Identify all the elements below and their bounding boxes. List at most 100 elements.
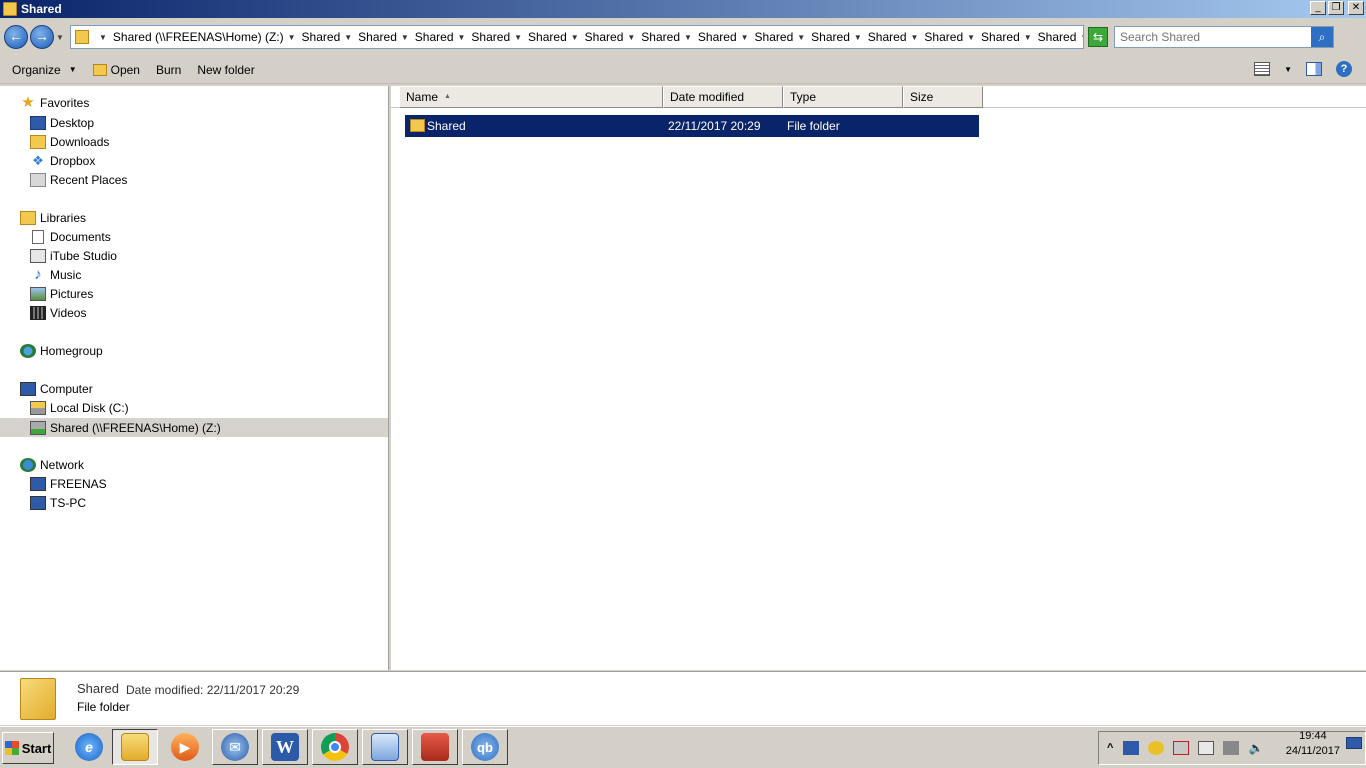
- column-header-name[interactable]: Name ▲: [399, 86, 663, 108]
- navigation-pane[interactable]: ★ Favorites Desktop Downloads ❖ Dropbox …: [0, 86, 389, 670]
- organize-button[interactable]: Organize ▼: [12, 63, 77, 77]
- chevron-down-icon[interactable]: ▼: [627, 33, 635, 42]
- chevron-down-icon[interactable]: ▼: [741, 33, 749, 42]
- nav-item-pictures[interactable]: Pictures: [30, 287, 93, 301]
- taskbar-app-internet-explorer[interactable]: e: [66, 729, 112, 765]
- chevron-down-icon[interactable]: ▼: [911, 33, 919, 42]
- action-center-icon[interactable]: [1173, 741, 1190, 755]
- file-list-pane[interactable]: Name ▲ Date modified Type Size Shared 22/…: [391, 86, 1366, 670]
- nav-group-computer[interactable]: Computer: [20, 382, 93, 396]
- taskbar-app-thunderbird[interactable]: ✉: [212, 729, 258, 765]
- column-header-type[interactable]: Type: [783, 86, 903, 108]
- restore-button[interactable]: ❐: [1328, 1, 1344, 15]
- nav-group-homegroup[interactable]: Homegroup: [20, 344, 103, 358]
- chevron-down-icon[interactable]: ▼: [458, 33, 466, 42]
- column-header-date-modified[interactable]: Date modified: [663, 86, 783, 108]
- address-bar[interactable]: ▼ Shared (\\FREENAS\Home) (Z:) ▼ Shared …: [70, 25, 1084, 49]
- breadcrumb-item[interactable]: Shared: [641, 30, 680, 44]
- nav-item-desktop[interactable]: Desktop: [30, 116, 94, 130]
- nav-item-ts-pc[interactable]: TS-PC: [30, 496, 86, 510]
- nav-group-network[interactable]: Network: [20, 458, 84, 472]
- nav-item-freenas[interactable]: FREENAS: [30, 477, 107, 491]
- open-label: Open: [110, 62, 140, 77]
- burn-button[interactable]: Burn: [156, 63, 181, 77]
- details-view-icon[interactable]: [1254, 62, 1271, 76]
- chevron-down-icon[interactable]: ▼: [344, 33, 352, 42]
- breadcrumb-item[interactable]: Shared: [698, 30, 737, 44]
- tray-app-icon[interactable]: [1148, 741, 1165, 755]
- breadcrumb-item[interactable]: Shared: [1038, 30, 1077, 44]
- breadcrumb-item[interactable]: Shared: [528, 30, 567, 44]
- taskbar-app-windows-explorer[interactable]: [112, 729, 158, 765]
- help-icon[interactable]: ?: [1336, 61, 1352, 77]
- nav-item-shared-drive[interactable]: Shared (\\FREENAS\Home) (Z:): [0, 418, 388, 437]
- volume-icon[interactable]: 🔈: [1248, 741, 1264, 755]
- nav-item-music[interactable]: ♪ Music: [30, 267, 81, 282]
- breadcrumb-item[interactable]: Shared: [981, 30, 1020, 44]
- taskbar-app-qbittorrent[interactable]: qb: [462, 729, 508, 765]
- breadcrumb-item[interactable]: Shared: [924, 30, 963, 44]
- chevron-down-icon[interactable]: ▼: [288, 33, 296, 42]
- network-icon[interactable]: [1223, 741, 1240, 755]
- taskbar-app-control-panel[interactable]: [362, 729, 408, 765]
- details-item-type: File folder: [77, 700, 130, 714]
- breadcrumb-item[interactable]: Shared: [755, 30, 794, 44]
- chevron-down-icon[interactable]: ▼: [967, 33, 975, 42]
- preview-pane-icon[interactable]: [1306, 62, 1322, 76]
- breadcrumb-item[interactable]: Shared: [415, 30, 454, 44]
- title-bar[interactable]: Shared _ ❐ ✕: [0, 0, 1366, 18]
- breadcrumb-item[interactable]: Shared: [471, 30, 510, 44]
- chevron-down-icon[interactable]: ▼: [571, 33, 579, 42]
- refresh-button[interactable]: ⇆: [1088, 27, 1108, 47]
- close-button[interactable]: ✕: [1348, 1, 1364, 15]
- nav-item-downloads[interactable]: Downloads: [30, 135, 109, 149]
- chevron-down-icon[interactable]: ▼: [1284, 65, 1292, 74]
- chevron-down-icon[interactable]: ▼: [514, 33, 522, 42]
- nav-item-documents[interactable]: Documents: [30, 230, 111, 244]
- folder-icon: [410, 119, 425, 132]
- nav-item-itube-studio[interactable]: iTube Studio: [30, 249, 117, 263]
- chevron-down-icon[interactable]: ▼: [684, 33, 692, 42]
- breadcrumb-root[interactable]: Shared (\\FREENAS\Home) (Z:): [113, 30, 284, 44]
- breadcrumb-item[interactable]: Shared: [302, 30, 341, 44]
- nav-item-dropbox[interactable]: ❖ Dropbox: [30, 154, 95, 169]
- recent-pages-dropdown[interactable]: ▼: [56, 33, 66, 42]
- safely-remove-icon[interactable]: [1198, 741, 1215, 755]
- open-button[interactable]: Open: [92, 62, 140, 77]
- nav-group-libraries[interactable]: Libraries: [20, 211, 86, 225]
- breadcrumb-item[interactable]: Shared: [868, 30, 907, 44]
- back-button[interactable]: ←: [4, 25, 28, 49]
- forward-button[interactable]: →: [30, 25, 54, 49]
- start-button[interactable]: Start: [2, 732, 54, 764]
- show-desktop-button[interactable]: [1346, 737, 1362, 749]
- taskbar-app-toolbox[interactable]: [412, 729, 458, 765]
- system-clock[interactable]: 19:44 24/11/2017: [1286, 729, 1340, 759]
- chevron-down-icon[interactable]: ▼: [797, 33, 805, 42]
- minimize-button[interactable]: _: [1310, 1, 1326, 15]
- taskbar-app-chrome[interactable]: [312, 729, 358, 765]
- chevron-down-icon[interactable]: ▼: [99, 33, 107, 42]
- column-header-size[interactable]: Size: [903, 86, 983, 108]
- nav-item-recent-places[interactable]: Recent Places: [30, 173, 127, 187]
- chevron-down-icon[interactable]: ▼: [1024, 33, 1032, 42]
- search-icon[interactable]: ⌕: [1311, 27, 1333, 47]
- breadcrumb-item[interactable]: Shared: [585, 30, 624, 44]
- chevron-down-icon[interactable]: ▼: [401, 33, 409, 42]
- chevron-down-icon[interactable]: ▼: [854, 33, 862, 42]
- breadcrumb-item[interactable]: Shared: [811, 30, 850, 44]
- file-row-selected[interactable]: Shared 22/11/2017 20:29 File folder: [405, 115, 979, 137]
- network-status-icon[interactable]: [1123, 741, 1140, 755]
- taskbar-app-word[interactable]: W: [262, 729, 308, 765]
- search-input[interactable]: [1120, 30, 1310, 44]
- chevron-down-icon[interactable]: ▼: [1080, 33, 1083, 42]
- nav-item-videos[interactable]: Videos: [30, 306, 86, 320]
- nav-group-favorites[interactable]: ★ Favorites: [20, 95, 89, 110]
- itube-studio-icon: [30, 249, 46, 263]
- nav-item-local-disk[interactable]: Local Disk (C:): [30, 401, 129, 415]
- window-title: Shared: [21, 2, 62, 16]
- new-folder-button[interactable]: New folder: [197, 63, 254, 77]
- breadcrumb-item[interactable]: Shared: [358, 30, 397, 44]
- taskbar-app-media-player[interactable]: ▶: [162, 729, 208, 765]
- search-box[interactable]: ⌕: [1114, 26, 1334, 48]
- show-hidden-icons-button[interactable]: ^: [1107, 742, 1113, 754]
